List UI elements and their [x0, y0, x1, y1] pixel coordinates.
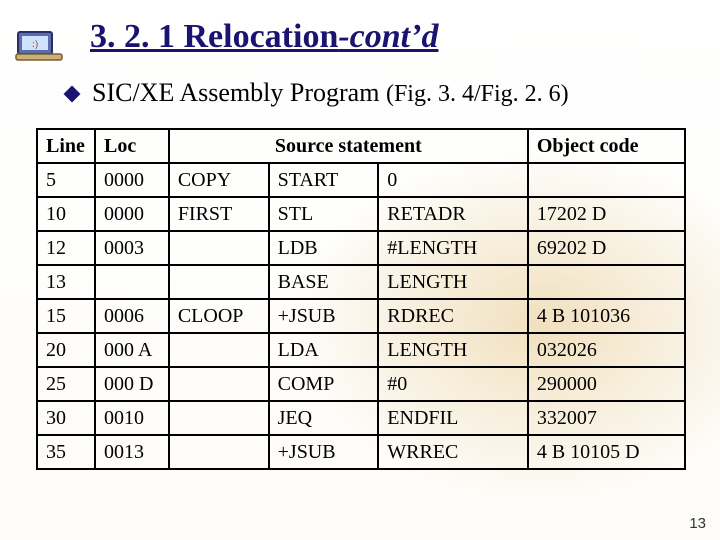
- page-title: 3. 2. 1 Relocation-cont’d: [90, 18, 438, 56]
- cell-mnem: COMP: [269, 367, 379, 401]
- cell-label: CLOOP: [169, 299, 269, 333]
- table-row: 35 0013 +JSUB WRREC 4 B 10105 D: [37, 435, 685, 469]
- cell-mnem: JEQ: [269, 401, 379, 435]
- table-row: 20 000 A LDA LENGTH 032026: [37, 333, 685, 367]
- cell-oper: 0: [378, 163, 528, 197]
- cell-line: 20: [37, 333, 95, 367]
- cell-label: [169, 435, 269, 469]
- svg-text::): :): [32, 39, 38, 50]
- cell-line: 35: [37, 435, 95, 469]
- cell-line: 5: [37, 163, 95, 197]
- cell-mnem: +JSUB: [269, 435, 379, 469]
- table-row: 25 000 D COMP #0 290000: [37, 367, 685, 401]
- page-number: 13: [689, 515, 706, 532]
- table-row: 13 BASE LENGTH: [37, 265, 685, 299]
- cell-obj: 17202 D: [528, 197, 685, 231]
- cell-mnem: STL: [269, 197, 379, 231]
- cell-obj: [528, 163, 685, 197]
- cell-mnem: +JSUB: [269, 299, 379, 333]
- cell-line: 25: [37, 367, 95, 401]
- title-contd: -cont’d: [338, 18, 438, 55]
- cell-loc: 0003: [95, 231, 169, 265]
- cell-line: 13: [37, 265, 95, 299]
- slide: :) 3. 2. 1 Relocation-cont’d SIC/XE Asse…: [0, 0, 720, 540]
- cell-loc: 0010: [95, 401, 169, 435]
- title-main: 3. 2. 1 Relocation: [90, 18, 338, 55]
- cell-oper: RETADR: [378, 197, 528, 231]
- table-header-row: Line Loc Source statement Object code: [37, 129, 685, 163]
- computer-icon: :): [14, 28, 64, 62]
- table-row: 10 0000 FIRST STL RETADR 17202 D: [37, 197, 685, 231]
- cell-obj: 4 B 101036: [528, 299, 685, 333]
- cell-mnem: LDB: [269, 231, 379, 265]
- cell-line: 12: [37, 231, 95, 265]
- cell-loc: 0013: [95, 435, 169, 469]
- cell-oper: LENGTH: [378, 333, 528, 367]
- cell-oper: #LENGTH: [378, 231, 528, 265]
- cell-obj: 290000: [528, 367, 685, 401]
- col-source: Source statement: [169, 129, 528, 163]
- cell-line: 15: [37, 299, 95, 333]
- col-loc: Loc: [95, 129, 169, 163]
- table-row: 12 0003 LDB #LENGTH 69202 D: [37, 231, 685, 265]
- subtitle-text: SIC/XE Assembly Program: [92, 78, 379, 107]
- cell-oper: #0: [378, 367, 528, 401]
- subtitle: SIC/XE Assembly Program (Fig. 3. 4/Fig. …: [66, 78, 569, 108]
- cell-obj: [528, 265, 685, 299]
- table-row: 5 0000 COPY START 0: [37, 163, 685, 197]
- cell-loc: 000 A: [95, 333, 169, 367]
- cell-mnem: LDA: [269, 333, 379, 367]
- cell-obj: 4 B 10105 D: [528, 435, 685, 469]
- cell-loc: 0000: [95, 197, 169, 231]
- cell-oper: ENDFIL: [378, 401, 528, 435]
- cell-oper: LENGTH: [378, 265, 528, 299]
- bullet-icon: [64, 86, 81, 103]
- cell-obj: 332007: [528, 401, 685, 435]
- col-line: Line: [37, 129, 95, 163]
- cell-loc: 0000: [95, 163, 169, 197]
- cell-oper: RDREC: [378, 299, 528, 333]
- cell-loc: 0006: [95, 299, 169, 333]
- cell-label: [169, 367, 269, 401]
- assembly-table: Line Loc Source statement Object code 5 …: [36, 128, 686, 470]
- cell-label: [169, 401, 269, 435]
- cell-loc: 000 D: [95, 367, 169, 401]
- cell-line: 30: [37, 401, 95, 435]
- cell-label: [169, 265, 269, 299]
- cell-label: FIRST: [169, 197, 269, 231]
- cell-obj: 69202 D: [528, 231, 685, 265]
- cell-mnem: BASE: [269, 265, 379, 299]
- cell-label: [169, 231, 269, 265]
- cell-obj: 032026: [528, 333, 685, 367]
- cell-label: COPY: [169, 163, 269, 197]
- figure-reference: (Fig. 3. 4/Fig. 2. 6): [386, 81, 569, 107]
- cell-label: [169, 333, 269, 367]
- table-row: 15 0006 CLOOP +JSUB RDREC 4 B 101036: [37, 299, 685, 333]
- cell-oper: WRREC: [378, 435, 528, 469]
- cell-mnem: START: [269, 163, 379, 197]
- cell-line: 10: [37, 197, 95, 231]
- col-object: Object code: [528, 129, 685, 163]
- cell-loc: [95, 265, 169, 299]
- table-row: 30 0010 JEQ ENDFIL 332007: [37, 401, 685, 435]
